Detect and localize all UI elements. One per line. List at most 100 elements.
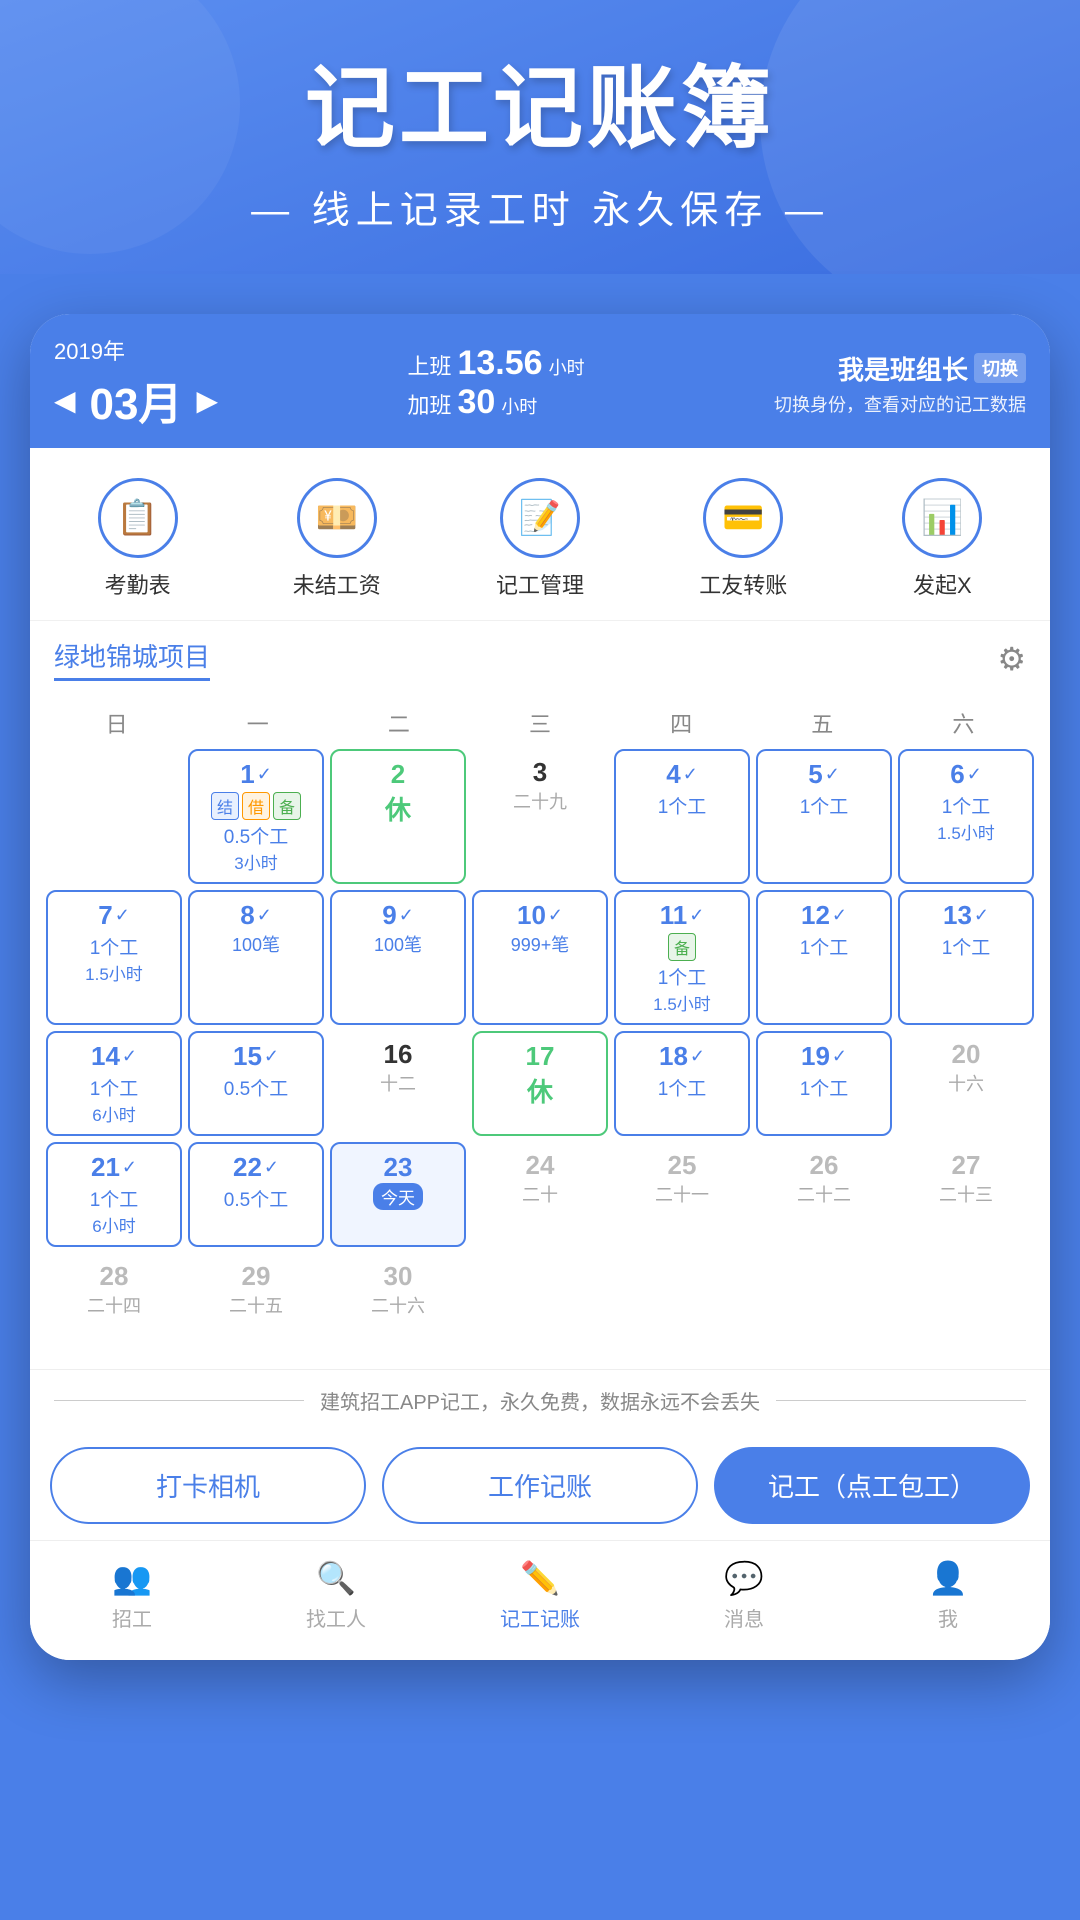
nav-record[interactable]: ✏️ 记工记账 <box>438 1551 642 1640</box>
overtime-label: 加班 <box>407 388 451 420</box>
table-row[interactable]: 7 ✓ 1个工 1.5小时 <box>46 890 182 1025</box>
ad-banner: 建筑招工APP记工，永久免费，数据永远不会丢失 <box>30 1369 1050 1431</box>
work-hours: 13.56 <box>457 344 542 383</box>
next-month-button[interactable]: ▶ <box>197 384 219 417</box>
table-row[interactable]: 19 ✓ 1个工 <box>756 1031 892 1136</box>
table-row[interactable]: 22 ✓ 0.5个工 <box>188 1142 324 1247</box>
identity-name: 我是班组长 <box>838 350 968 387</box>
action-buttons: 打卡相机 工作记账 记工（点工包工） <box>30 1431 1050 1540</box>
table-row[interactable]: 6 ✓ 1个工 1.5小时 <box>898 749 1034 884</box>
nav-recruit[interactable]: 👥 招工 <box>30 1551 234 1640</box>
recruit-label: 招工 <box>112 1603 152 1632</box>
message-icon: 💬 <box>724 1559 764 1597</box>
identity-area: 我是班组长 切换 切换身份，查看对应的记工数据 <box>774 350 1026 417</box>
unpaid-label: 未结工资 <box>293 568 381 600</box>
table-row[interactable]: 3 二十九 <box>472 749 608 884</box>
func-attendance[interactable]: 📋 考勤表 <box>98 478 178 600</box>
transfer-icon: 💳 <box>703 478 783 558</box>
month-label: 03月 <box>90 368 183 432</box>
weekday-tue: 二 <box>328 707 469 739</box>
table-row[interactable]: 20 十六 <box>898 1031 1034 1136</box>
table-row[interactable]: 23 今天 <box>330 1142 466 1247</box>
weekday-sun: 日 <box>46 707 187 739</box>
empty-cell <box>472 1253 608 1353</box>
table-row[interactable]: 1 ✓ 结 借 备 0.5个工 3小时 <box>188 749 324 884</box>
table-row[interactable]: 8 ✓ 100笔 <box>188 890 324 1025</box>
settings-icon[interactable]: ⚙ <box>997 640 1026 678</box>
work-info: 上班 13.56 小时 加班 30 小时 <box>407 344 584 422</box>
func-manage[interactable]: 📝 记工管理 <box>496 478 584 600</box>
table-row[interactable]: 30 二十六 <box>330 1253 466 1353</box>
table-row: 25 二十一 <box>614 1142 750 1247</box>
overtime-hours: 30 <box>457 383 495 422</box>
nav-message[interactable]: 💬 消息 <box>642 1551 846 1640</box>
manage-label: 记工管理 <box>496 568 584 600</box>
recruit-icon: 👥 <box>112 1559 152 1597</box>
project-name[interactable]: 绿地锦城项目 <box>54 637 210 681</box>
hero-title: 记工记账簿 <box>40 60 1040 159</box>
find-worker-label: 找工人 <box>306 1603 366 1632</box>
table-row[interactable]: 2 休 <box>330 749 466 884</box>
calendar-grid: 1 ✓ 结 借 备 0.5个工 3小时 2 休 3 二十九 <box>46 749 1034 1353</box>
weekday-fri: 五 <box>752 707 893 739</box>
work-account-button[interactable]: 工作记账 <box>382 1447 698 1524</box>
attendance-label: 考勤表 <box>105 568 171 600</box>
project-bar: 绿地锦城项目 ⚙ <box>30 621 1050 697</box>
table-row[interactable]: 28 二十四 <box>46 1253 182 1353</box>
overtime-unit: 小时 <box>501 393 537 419</box>
record-icon: ✏️ <box>520 1559 560 1597</box>
table-row[interactable]: 14 ✓ 1个工 6小时 <box>46 1031 182 1136</box>
table-row[interactable]: 5 ✓ 1个工 <box>756 749 892 884</box>
phone-mockup: 2019年 ◀ 03月 ▶ 上班 13.56 小时 加班 30 小时 <box>30 314 1050 1660</box>
table-row[interactable]: 16 十二 <box>330 1031 466 1136</box>
hero-subtitle: — 线上记录工时 永久保存 — <box>40 179 1040 234</box>
table-row: 27 二十三 <box>898 1142 1034 1247</box>
func-transfer[interactable]: 💳 工友转账 <box>699 478 787 600</box>
bottom-navigation: 👥 招工 🔍 找工人 ✏️ 记工记账 💬 消息 👤 我 <box>30 1540 1050 1660</box>
switch-identity-button[interactable]: 切换 <box>974 353 1026 383</box>
year-label: 2019年 <box>54 334 218 366</box>
table-row <box>46 749 182 884</box>
table-row: 26 二十二 <box>756 1142 892 1247</box>
weekday-sat: 六 <box>893 707 1034 739</box>
func-launch[interactable]: 📊 发起X <box>902 478 982 600</box>
app-header: 2019年 ◀ 03月 ▶ 上班 13.56 小时 加班 30 小时 <box>30 314 1050 448</box>
profile-icon: 👤 <box>928 1559 968 1597</box>
table-row[interactable]: 12 ✓ 1个工 <box>756 890 892 1025</box>
nav-profile[interactable]: 👤 我 <box>846 1551 1050 1640</box>
calendar: 日 一 二 三 四 五 六 1 ✓ 结 借 备 0.5个工 <box>30 697 1050 1369</box>
identity-sub: 切换身份，查看对应的记工数据 <box>774 391 1026 417</box>
manage-icon: 📝 <box>500 478 580 558</box>
launch-icon: 📊 <box>902 478 982 558</box>
table-row[interactable]: 13 ✓ 1个工 <box>898 890 1034 1025</box>
month-nav: 2019年 ◀ 03月 ▶ <box>54 334 218 432</box>
table-row[interactable]: 21 ✓ 1个工 6小时 <box>46 1142 182 1247</box>
function-row: 📋 考勤表 💴 未结工资 📝 记工管理 💳 工友转账 📊 发起X <box>30 448 1050 621</box>
calendar-header: 日 一 二 三 四 五 六 <box>46 697 1034 749</box>
prev-month-button[interactable]: ◀ <box>54 384 76 417</box>
weekday-thu: 四 <box>611 707 752 739</box>
empty-cell <box>756 1253 892 1353</box>
find-worker-icon: 🔍 <box>316 1559 356 1597</box>
weekday-wed: 三 <box>469 707 610 739</box>
ad-text: 建筑招工APP记工，永久免费，数据永远不会丢失 <box>320 1386 760 1415</box>
launch-label: 发起X <box>913 568 972 600</box>
table-row[interactable]: 29 二十五 <box>188 1253 324 1353</box>
record-label: 记工记账 <box>500 1603 580 1632</box>
table-row[interactable]: 4 ✓ 1个工 <box>614 749 750 884</box>
hero-section: 记工记账簿 — 线上记录工时 永久保存 — <box>0 0 1080 274</box>
empty-cell <box>614 1253 750 1353</box>
func-unpaid[interactable]: 💴 未结工资 <box>293 478 381 600</box>
record-work-button[interactable]: 记工（点工包工） <box>714 1447 1030 1524</box>
table-row[interactable]: 15 ✓ 0.5个工 <box>188 1031 324 1136</box>
table-row[interactable]: 11 ✓ 备 1个工 1.5小时 <box>614 890 750 1025</box>
work-label: 上班 <box>407 349 451 381</box>
nav-find-worker[interactable]: 🔍 找工人 <box>234 1551 438 1640</box>
table-row[interactable]: 9 ✓ 100笔 <box>330 890 466 1025</box>
table-row[interactable]: 17 休 <box>472 1031 608 1136</box>
clock-photo-button[interactable]: 打卡相机 <box>50 1447 366 1524</box>
table-row[interactable]: 10 ✓ 999+笔 <box>472 890 608 1025</box>
table-row[interactable]: 18 ✓ 1个工 <box>614 1031 750 1136</box>
table-row: 24 二十 <box>472 1142 608 1247</box>
transfer-label: 工友转账 <box>699 568 787 600</box>
